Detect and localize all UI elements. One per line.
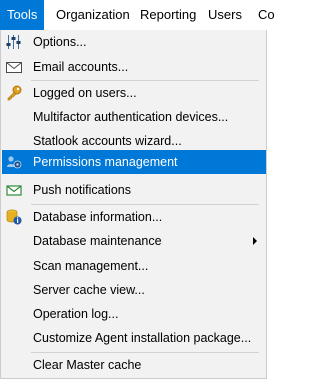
- menu-item-push-notifications[interactable]: Push notifications: [2, 178, 266, 202]
- menu-item-label: Email accounts...: [33, 60, 129, 74]
- menu-item-logged-on-users[interactable]: Logged on users...: [2, 81, 266, 105]
- sliders-icon: [6, 35, 21, 49]
- menu-item-label: Push notifications: [33, 183, 131, 197]
- tools-dropdown-menu: Options... Email accounts... Logged on u…: [0, 30, 267, 379]
- envelope-icon: [6, 62, 22, 73]
- menu-item-label: Database information...: [33, 210, 163, 224]
- menu-item-label: Server cache view...: [33, 283, 145, 297]
- menu-item-label: Operation log...: [33, 307, 119, 321]
- menu-item-options[interactable]: Options...: [2, 30, 266, 54]
- menu-item-label: Logged on users...: [33, 86, 137, 100]
- menu-item-permissions-management[interactable]: Permissions management: [2, 150, 266, 174]
- submenu-arrow-icon: [253, 237, 257, 245]
- key-icon: [7, 85, 22, 101]
- menu-item-label: Options...: [33, 35, 87, 49]
- push-envelope-icon: [6, 185, 22, 196]
- database-info-icon: [6, 209, 22, 225]
- menu-users[interactable]: Users: [201, 0, 249, 30]
- menu-item-customize-agent-package[interactable]: Customize Agent installation package...: [2, 326, 266, 350]
- menu-co[interactable]: Co: [251, 0, 282, 30]
- menu-bar: Tools Organization Reporting Users Co: [0, 0, 275, 30]
- menu-reporting[interactable]: Reporting: [133, 0, 203, 30]
- menu-item-email-accounts[interactable]: Email accounts...: [2, 55, 266, 79]
- menu-item-scan-management[interactable]: Scan management...: [2, 254, 266, 278]
- menu-item-database-information[interactable]: Database information...: [2, 205, 266, 229]
- menu-item-label: Permissions management: [33, 155, 178, 169]
- menu-item-label: Clear Master cache: [33, 358, 142, 372]
- menu-item-server-cache-view[interactable]: Server cache view...: [2, 278, 266, 302]
- menu-organization[interactable]: Organization: [49, 0, 137, 30]
- menu-item-label: Customize Agent installation package...: [33, 331, 252, 345]
- menu-tools[interactable]: Tools: [0, 0, 45, 30]
- menu-item-mfa-devices[interactable]: Multifactor authentication devices...: [2, 105, 266, 129]
- menu-item-label: Scan management...: [33, 259, 149, 273]
- users-gear-icon: [7, 156, 22, 169]
- menu-item-label: Database maintenance: [33, 234, 162, 248]
- menu-item-label: Multifactor authentication devices...: [33, 110, 229, 124]
- menu-item-clear-master-cache[interactable]: Clear Master cache: [2, 353, 266, 377]
- menu-item-operation-log[interactable]: Operation log...: [2, 302, 266, 326]
- menu-item-database-maintenance[interactable]: Database maintenance: [2, 229, 266, 253]
